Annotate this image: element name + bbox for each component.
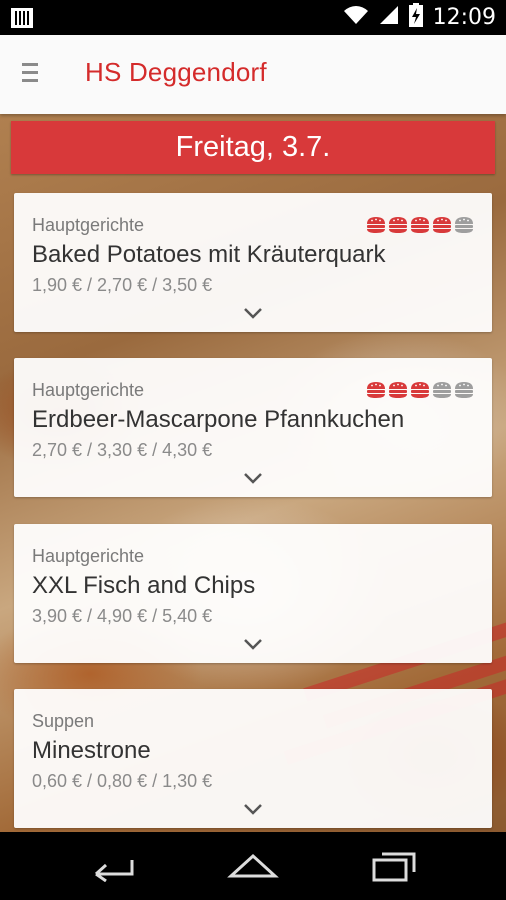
day-banner: Freitag, 3.7. xyxy=(11,121,495,174)
system-nav-bar xyxy=(0,832,506,900)
meal-card[interactable]: Hauptgerichte XXL Fisch and Chips 3,90 €… xyxy=(14,524,492,663)
meal-card[interactable]: Hauptgerichte Baked Potatoes mit Kräuter… xyxy=(14,193,492,332)
chevron-down-icon[interactable] xyxy=(243,803,263,815)
meal-category: Hauptgerichte xyxy=(32,546,145,566)
app-bar: HS Deggendorf xyxy=(0,35,506,114)
meal-price: 1,90 € / 2,70 € / 3,50 € xyxy=(32,275,213,295)
burger-rating-filled-icon xyxy=(367,382,385,398)
meal-rating xyxy=(366,216,474,234)
meal-category: Hauptgerichte xyxy=(32,215,145,235)
burger-rating-filled-icon xyxy=(411,217,429,233)
chevron-down-icon[interactable] xyxy=(243,472,263,484)
burger-rating-filled-icon xyxy=(389,382,407,398)
meal-card[interactable]: Hauptgerichte Erdbeer-Mascarpone Pfannku… xyxy=(14,358,492,497)
burger-rating-empty-icon xyxy=(455,217,473,233)
wifi-icon xyxy=(343,5,369,30)
chevron-down-icon[interactable] xyxy=(243,638,263,650)
meal-rating xyxy=(366,381,474,399)
meal-category: Suppen xyxy=(32,711,95,731)
menu-icon[interactable] xyxy=(22,63,44,87)
home-icon[interactable] xyxy=(225,850,281,882)
meal-price: 3,90 € / 4,90 € / 5,40 € xyxy=(32,606,213,626)
burger-rating-filled-icon xyxy=(411,382,429,398)
signal-icon xyxy=(379,5,399,30)
chevron-down-icon[interactable] xyxy=(243,307,263,319)
meal-name: Erdbeer-Mascarpone Pfannkuchen xyxy=(32,406,405,433)
meal-name: XXL Fisch and Chips xyxy=(32,572,256,599)
status-bar: 12:09 xyxy=(0,0,506,35)
burger-rating-empty-icon xyxy=(433,382,451,398)
day-label: Freitag, 3.7. xyxy=(175,131,331,163)
burger-rating-empty-icon xyxy=(455,382,473,398)
sim-icon xyxy=(10,7,36,34)
burger-rating-filled-icon xyxy=(367,217,385,233)
meal-card[interactable]: Suppen Minestrone 0,60 € / 0,80 € / 1,30… xyxy=(14,689,492,828)
meal-price: 0,60 € / 0,80 € / 1,30 € xyxy=(32,771,213,791)
app-title: HS Deggendorf xyxy=(85,57,267,87)
meal-category: Hauptgerichte xyxy=(32,380,145,400)
battery-charging-icon xyxy=(408,3,423,32)
recents-icon[interactable] xyxy=(366,850,422,882)
burger-rating-filled-icon xyxy=(389,217,407,233)
burger-rating-filled-icon xyxy=(433,217,451,233)
meal-name: Minestrone xyxy=(32,737,151,764)
status-clock: 12:09 xyxy=(432,5,496,30)
meal-name: Baked Potatoes mit Kräuterquark xyxy=(32,241,386,268)
meal-price: 2,70 € / 3,30 € / 4,30 € xyxy=(32,440,213,460)
back-icon[interactable] xyxy=(84,850,140,882)
